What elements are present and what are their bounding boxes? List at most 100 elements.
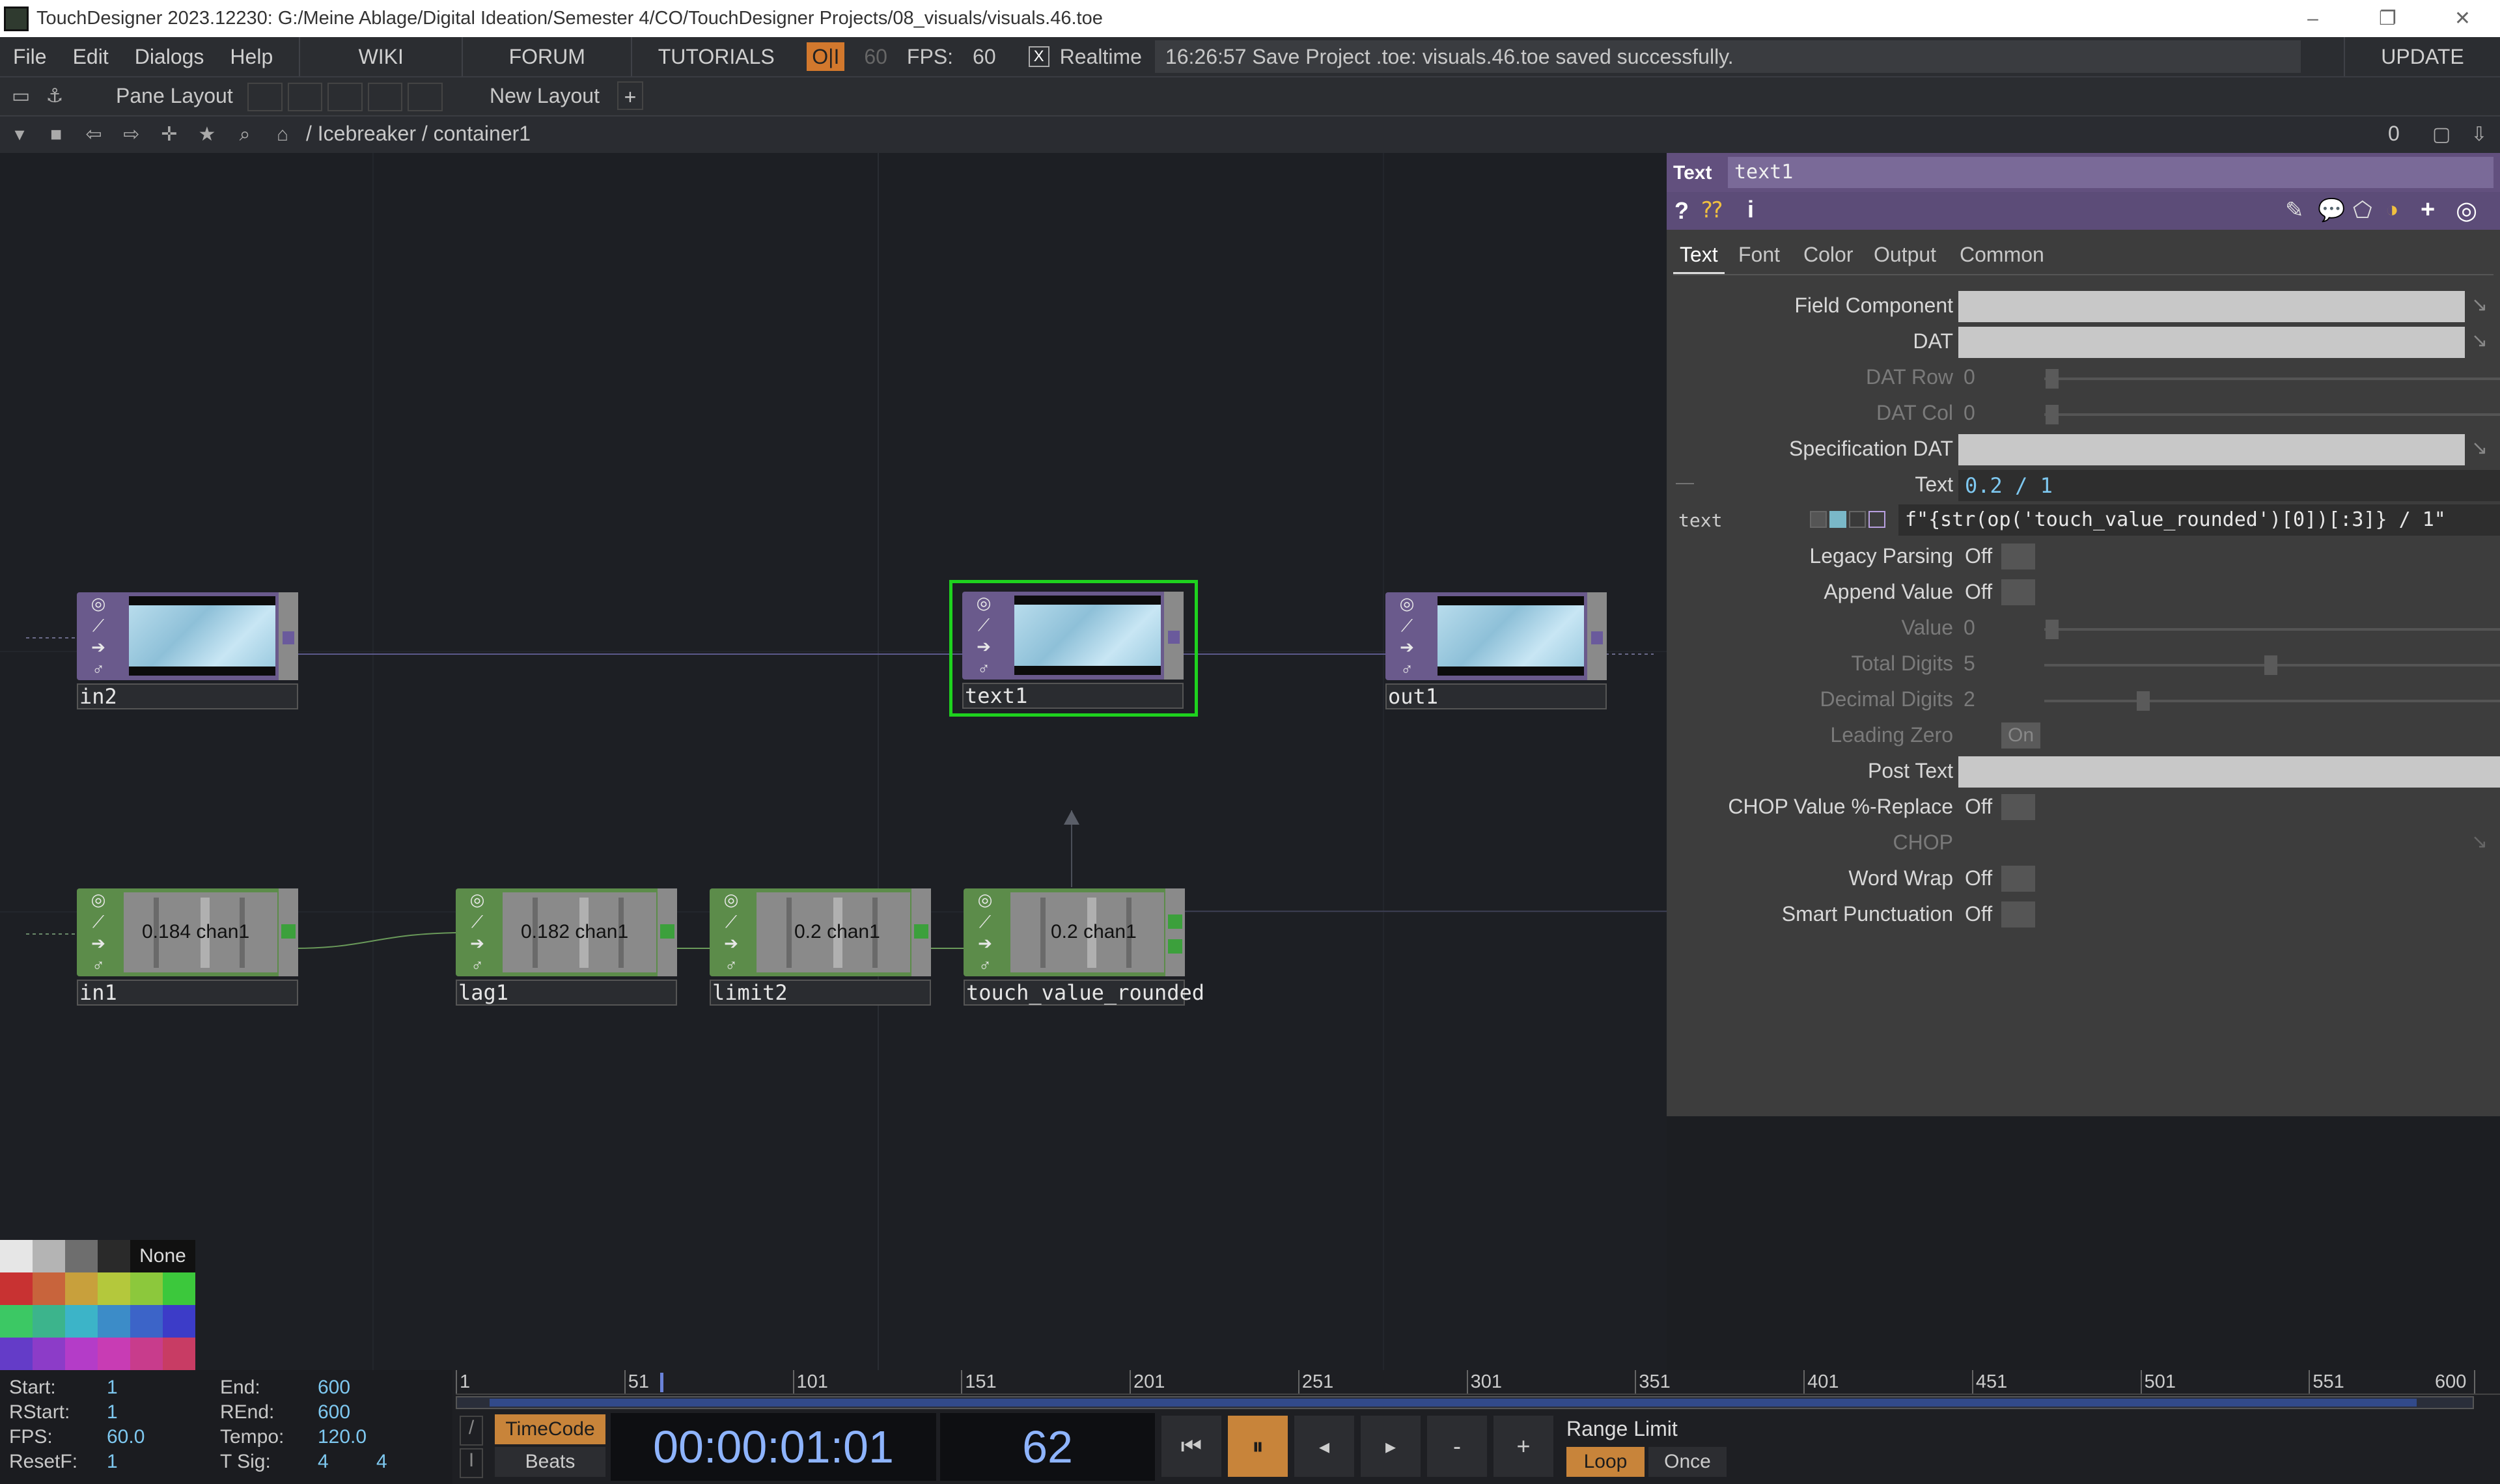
viewer-icon[interactable]: ◎ [91, 595, 106, 612]
field-component-input[interactable] [1958, 291, 2465, 322]
bypass-icon[interactable]: ⟋ [978, 616, 990, 633]
drop-arrow-icon[interactable]: ↘ [2471, 831, 2488, 853]
viewer-icon[interactable]: ◎ [978, 891, 993, 908]
palette-swatch[interactable] [33, 1240, 65, 1272]
slider-knob[interactable] [2046, 369, 2059, 389]
close-button[interactable]: ✕ [2425, 0, 2500, 37]
palette-swatch[interactable] [33, 1338, 65, 1370]
node-name[interactable]: lag1 [456, 981, 508, 1004]
bypass-icon[interactable]: ⟋ [471, 913, 483, 930]
output-connector[interactable] [1168, 631, 1180, 644]
info-icon[interactable]: i [1747, 196, 1754, 223]
maximize-pane-icon[interactable]: ▢ [2426, 119, 2457, 150]
timecode-button[interactable]: TimeCode [495, 1414, 605, 1444]
output-connector[interactable] [1168, 914, 1182, 929]
node-name[interactable]: out1 [1385, 685, 1438, 708]
star-icon[interactable]: ★ [191, 119, 223, 150]
dat-col-value[interactable]: 0 [1964, 401, 1975, 425]
lock-icon[interactable]: ♂ [979, 957, 992, 974]
update-button[interactable]: UPDATE [2344, 37, 2500, 76]
drop-arrow-icon[interactable]: ↘ [2471, 294, 2488, 316]
menu-dialogs[interactable]: Dialogs [122, 37, 217, 76]
total-digits-value[interactable]: 5 [1964, 652, 1975, 676]
value-value[interactable]: 0 [1964, 616, 1975, 640]
end-value[interactable]: 600 [318, 1377, 350, 1399]
playhead[interactable] [660, 1373, 663, 1392]
slider-knob[interactable] [2137, 691, 2150, 711]
drop-arrow-icon[interactable]: ↘ [2471, 329, 2488, 352]
minimize-button[interactable]: – [2275, 0, 2350, 37]
range-bar[interactable] [456, 1396, 2474, 1409]
value-slider[interactable] [2044, 628, 2500, 631]
clone-icon[interactable]: ➔ [91, 639, 105, 655]
chop-replace-toggle[interactable] [2001, 794, 2035, 820]
clone-icon[interactable]: ➔ [91, 935, 105, 952]
clone-icon[interactable]: ➔ [724, 935, 738, 952]
add-param-icon[interactable]: + [2421, 196, 2435, 224]
bypass-icon[interactable]: ⟋ [725, 913, 737, 930]
realtime-checkbox[interactable]: X [1028, 46, 1049, 67]
text-value[interactable]: 0.2 / 1 [1965, 473, 2053, 498]
palette-swatch[interactable] [130, 1338, 163, 1370]
forward-icon[interactable]: ⇨ [116, 119, 147, 150]
word-wrap-toggle[interactable] [2001, 866, 2035, 892]
wiki-button[interactable]: WIKI [299, 37, 462, 76]
loop-button[interactable]: Loop [1566, 1447, 1645, 1477]
speed-down-button[interactable]: - [1427, 1416, 1487, 1477]
bypass-icon[interactable]: ⟋ [92, 913, 104, 930]
viewer-icon[interactable]: ◎ [91, 891, 106, 908]
target-icon[interactable]: ◎ [2456, 196, 2477, 225]
bypass-icon[interactable]: ⟋ [92, 617, 104, 634]
palette-swatch[interactable] [33, 1272, 65, 1305]
append-value-value[interactable]: Off [1965, 580, 1992, 604]
layout-preset-5[interactable] [408, 83, 443, 111]
timecode-display[interactable]: 00:00:01:01 [611, 1413, 936, 1481]
timeline-keyframe-icon[interactable]: I [460, 1448, 483, 1478]
home-icon[interactable]: ✛ [154, 119, 185, 150]
stop-icon[interactable]: ■ [40, 119, 72, 150]
legacy-parsing-toggle[interactable] [2001, 543, 2035, 570]
palette-swatch[interactable] [0, 1338, 33, 1370]
palette-swatch[interactable] [0, 1240, 33, 1272]
word-wrap-value[interactable]: Off [1965, 866, 1992, 890]
lock-icon[interactable]: ♂ [977, 660, 990, 677]
pane-menu-icon[interactable]: ⇩ [2464, 119, 2495, 150]
palette-swatch[interactable] [98, 1338, 130, 1370]
lock-icon[interactable]: ♂ [92, 661, 105, 678]
lock-icon[interactable]: ♂ [471, 957, 484, 974]
node-name[interactable]: in1 [77, 981, 117, 1004]
rend-value[interactable]: 600 [318, 1401, 350, 1423]
clone-icon[interactable]: ➔ [978, 935, 992, 952]
beats-button[interactable]: Beats [495, 1447, 605, 1477]
perform-mode-button[interactable]: O|I [807, 42, 845, 71]
node-name[interactable]: touch_value_rounded [964, 981, 1204, 1004]
image-icon[interactable]: ▭ [5, 81, 36, 112]
lock-icon[interactable]: ♂ [1400, 661, 1413, 678]
node-lag1[interactable]: ◎ ⟋ ➔ ♂ 0.182 chan1 lag1 [456, 888, 677, 1006]
leading-zero-toggle[interactable]: On [2001, 722, 2040, 749]
viewer-icon[interactable]: ◎ [470, 891, 485, 908]
palette-swatch[interactable] [65, 1272, 98, 1305]
viewer-icon[interactable]: ◎ [1400, 595, 1415, 612]
viewer-icon[interactable]: ◎ [977, 594, 992, 611]
clone-icon[interactable]: ➔ [1400, 639, 1414, 655]
palette-swatch[interactable] [0, 1272, 33, 1305]
layout-preset-4[interactable] [367, 83, 403, 111]
once-button[interactable]: Once [1648, 1447, 1727, 1477]
tsig-numerator[interactable]: 4 [318, 1451, 329, 1473]
output-connector[interactable] [281, 924, 296, 939]
layout-preset-3[interactable] [327, 83, 363, 111]
viewer-icon[interactable]: ◎ [724, 891, 739, 908]
palette-swatch[interactable] [130, 1305, 163, 1338]
dat-col-slider[interactable] [2044, 413, 2500, 416]
breadcrumb[interactable]: / Icebreaker / container1 [306, 122, 531, 146]
tab-font[interactable]: Font [1738, 243, 1780, 267]
palette-swatch[interactable] [98, 1305, 130, 1338]
chevron-down-icon[interactable]: ▾ [4, 119, 35, 150]
output-connector[interactable] [660, 924, 674, 939]
palette-swatch[interactable] [0, 1305, 33, 1338]
output-connector[interactable] [914, 924, 928, 939]
palette-swatch[interactable] [163, 1305, 195, 1338]
forum-button[interactable]: FORUM [462, 37, 631, 76]
frame-display[interactable]: 62 [940, 1413, 1155, 1481]
